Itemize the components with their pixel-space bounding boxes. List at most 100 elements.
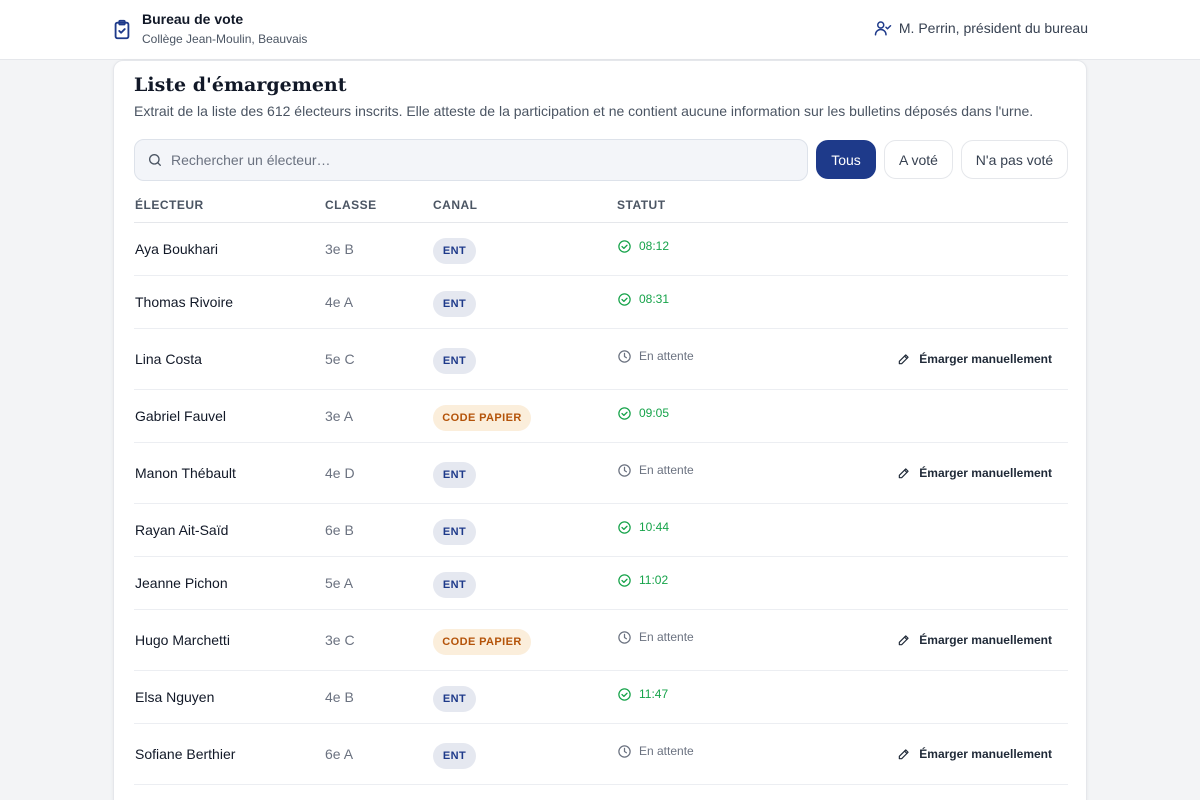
channel-badge: ENT: [433, 347, 476, 374]
manual-sign-label: Émarger manuellement: [919, 465, 1052, 480]
pencil-icon: [897, 466, 911, 480]
search-input[interactable]: [171, 152, 771, 168]
voter-name: Sofiane Berthier: [135, 745, 236, 762]
voter-class: 6e A: [325, 745, 354, 762]
channel-badge: ENT: [433, 571, 476, 598]
table-row: Sofiane Berthier 6e A ENT En attente Émarger…: [134, 724, 1068, 785]
voter-name: Thomas Rivoire: [135, 293, 234, 310]
clock-icon: [617, 630, 632, 645]
table-row: Hugo Marchetti 3e C CODE PAPIER En attente É…: [134, 610, 1068, 671]
voter-class: 6e B: [325, 521, 354, 538]
clipboard-check-icon: [111, 19, 133, 41]
app-subtitle: Collège Jean-Moulin, Beauvais: [142, 32, 308, 46]
status: En attente: [617, 744, 694, 759]
voter-class: 4e D: [325, 464, 355, 481]
check-circle-icon: [617, 406, 632, 421]
column-header-class: CLASSE: [325, 198, 377, 212]
table-row: Rayan Ait-Saïd 6e B ENT 10:44: [134, 504, 1068, 557]
status-text: 08:31: [639, 292, 670, 306]
clock-icon: [617, 744, 632, 759]
table-row: Manon Thébault 4e D ENT En attente Émarger m…: [134, 443, 1068, 504]
status-text: En attente: [639, 463, 694, 477]
user-menu[interactable]: M. Perrin, président du bureau: [874, 19, 1088, 37]
status: 11:02: [617, 573, 668, 588]
search-icon: [147, 152, 163, 168]
voter-class: 4e B: [325, 688, 354, 705]
check-circle-icon: [617, 573, 632, 588]
status: En attente: [617, 349, 694, 364]
status: 08:31: [617, 292, 669, 307]
channel-badge: ENT: [433, 461, 476, 488]
channel-badge: CODE PAPIER: [433, 628, 531, 655]
manual-sign-button[interactable]: Émarger manuellement: [897, 747, 1052, 761]
status-text: 09:05: [639, 406, 670, 420]
column-header-voter: ÉLECTEUR: [135, 198, 204, 212]
status-text: En attente: [639, 744, 694, 758]
app-title: Bureau de vote: [142, 11, 244, 27]
pencil-icon: [897, 747, 911, 761]
table-row: Lina Costa 5e C ENT En attente Émarger manue…: [134, 329, 1068, 390]
channel-badge: ENT: [433, 290, 476, 317]
column-header-status: STATUT: [617, 198, 666, 212]
voter-class: 5e C: [325, 350, 355, 367]
voter-class: 3e A: [325, 407, 354, 424]
manual-sign-label: Émarger manuellement: [919, 632, 1052, 647]
search-box: [134, 139, 808, 181]
filter-all-button[interactable]: Tous: [816, 140, 876, 179]
table-row: Jeanne Pichon 5e A ENT 11:02: [134, 557, 1068, 610]
voter-class: 4e A: [325, 293, 354, 310]
status: 09:05: [617, 406, 669, 421]
status-text: 10:44: [639, 520, 670, 534]
voter-name: Manon Thébault: [135, 464, 236, 481]
voter-name: Jeanne Pichon: [135, 574, 228, 591]
manual-sign-button[interactable]: Émarger manuellement: [897, 352, 1052, 366]
manual-sign-label: Émarger manuellement: [919, 351, 1052, 366]
table-row: Elsa Nguyen 4e B ENT 11:47: [134, 671, 1068, 724]
voter-name: Lina Costa: [135, 350, 202, 367]
status-text: 11:02: [639, 573, 669, 587]
column-header-channel: CANAL: [433, 198, 478, 212]
user-check-icon: [874, 19, 892, 37]
manual-sign-label: Émarger manuellement: [919, 746, 1052, 761]
manual-sign-button[interactable]: Émarger manuellement: [897, 466, 1052, 480]
status: 10:44: [617, 520, 669, 535]
clock-icon: [617, 463, 632, 478]
pencil-icon: [897, 352, 911, 366]
voter-name: Aya Boukhari: [135, 240, 219, 257]
voter-name: Gabriel Fauvel: [135, 407, 227, 424]
channel-badge: ENT: [433, 742, 476, 769]
page-title: Liste d'émargement: [134, 74, 347, 96]
status-text: 08:12: [639, 239, 670, 253]
channel-badge: ENT: [433, 237, 476, 264]
top-bar: Bureau de vote Collège Jean-Moulin, Beau…: [0, 0, 1200, 60]
filter-voted-button[interactable]: A voté: [884, 140, 953, 179]
clock-icon: [617, 349, 632, 364]
voter-name: Elsa Nguyen: [135, 688, 215, 705]
page-description: Extrait de la liste des 612 électeurs in…: [134, 103, 1034, 119]
channel-badge: ENT: [433, 685, 476, 712]
voter-name: Hugo Marchetti: [135, 631, 230, 648]
manual-sign-button[interactable]: Émarger manuellement: [897, 633, 1052, 647]
check-circle-icon: [617, 239, 632, 254]
brand: Bureau de vote Collège Jean-Moulin, Beau…: [111, 11, 307, 47]
attendance-card: Liste d'émargement Extrait de la liste d…: [113, 60, 1087, 800]
table-row: Aya Boukhari 3e B ENT 08:12: [134, 223, 1068, 276]
status-text: En attente: [639, 630, 694, 644]
check-circle-icon: [617, 687, 632, 702]
status-text: 11:47: [639, 687, 669, 701]
check-circle-icon: [617, 292, 632, 307]
voter-class: 3e C: [325, 631, 355, 648]
status: 11:47: [617, 687, 668, 702]
check-circle-icon: [617, 520, 632, 535]
status: En attente: [617, 630, 694, 645]
status: 08:12: [617, 239, 669, 254]
voter-name: Rayan Ait-Saïd: [135, 521, 229, 538]
table-row: Thomas Rivoire 4e A ENT 08:31: [134, 276, 1068, 329]
status: En attente: [617, 463, 694, 478]
channel-badge: ENT: [433, 518, 476, 545]
channel-badge: CODE PAPIER: [433, 404, 531, 431]
filter-not-voted-button[interactable]: N'a pas voté: [961, 140, 1068, 179]
voter-class: 3e B: [325, 240, 354, 257]
user-name: M. Perrin, président du bureau: [898, 20, 1088, 36]
pencil-icon: [897, 633, 911, 647]
